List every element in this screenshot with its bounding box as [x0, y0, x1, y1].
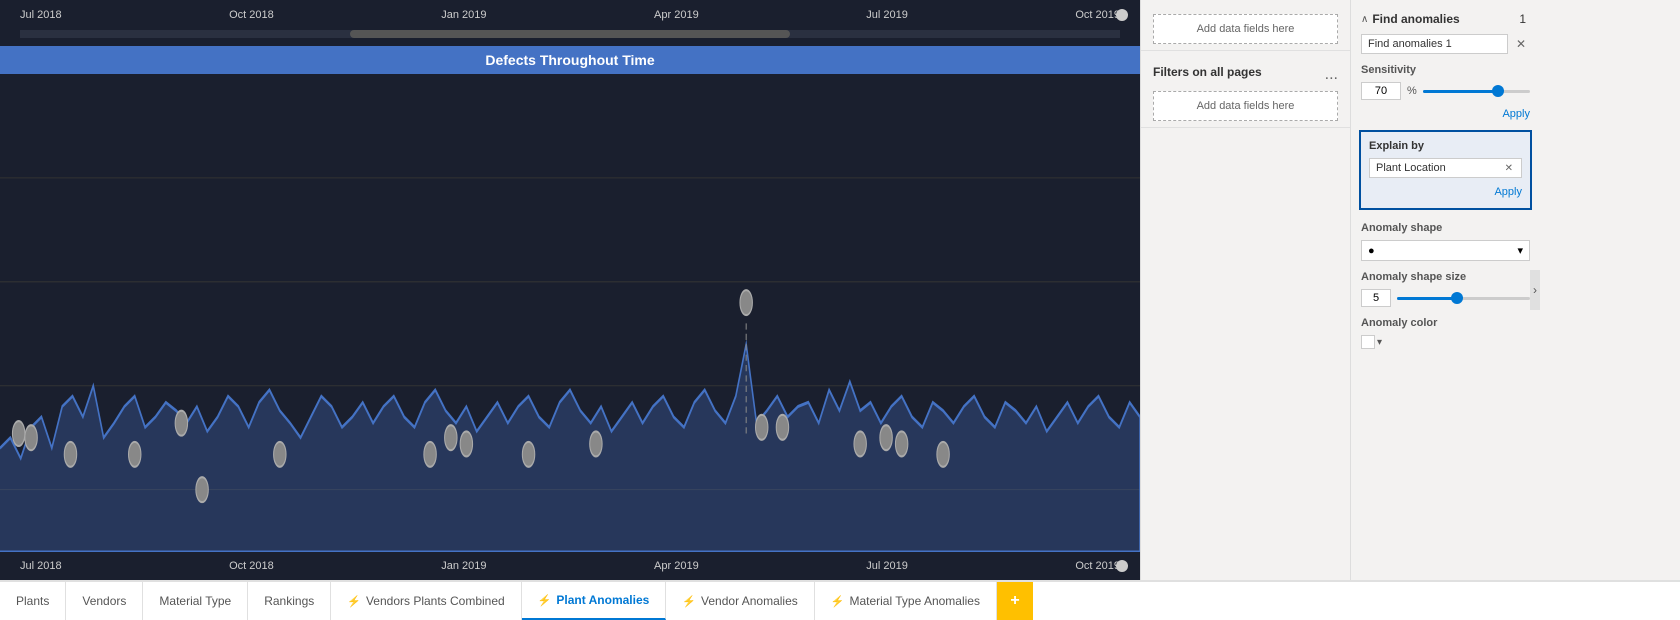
- tab-add-button[interactable]: +: [997, 582, 1033, 620]
- bottom-axis-label-6: Oct 2019: [1075, 560, 1120, 572]
- chart-bottom-axis: Jul 2018 Oct 2018 Jan 2019 Apr 2019 Jul …: [0, 552, 1140, 580]
- top-axis-label-2: Oct 2018: [229, 9, 274, 21]
- top-axis-label-5: Jul 2019: [866, 9, 908, 21]
- sensitivity-apply-button[interactable]: Apply: [1351, 104, 1540, 124]
- bottom-axis-label-3: Jan 2019: [441, 560, 486, 572]
- chevron-icon[interactable]: ∧: [1361, 14, 1368, 25]
- sensitivity-slider[interactable]: [1423, 83, 1530, 99]
- tab-vendors-plants-label: Vendors Plants Combined: [366, 594, 505, 608]
- anomaly-color-swatch-box[interactable]: ▾: [1361, 335, 1382, 349]
- tab-vendors-label: Vendors: [82, 594, 126, 608]
- anomaly-size-value[interactable]: 5: [1361, 289, 1391, 307]
- explain-by-tag-text: Plant Location: [1376, 162, 1499, 174]
- filter-dots[interactable]: ...: [1325, 66, 1338, 84]
- anomaly-size-label: Anomaly shape size: [1351, 265, 1540, 285]
- tab-vendor-anomalies[interactable]: ⚡ Vendor Anomalies: [666, 582, 814, 620]
- filters-panel: Add data fields here Filters on all page…: [1140, 0, 1350, 580]
- anomaly-size-slider[interactable]: [1397, 290, 1530, 306]
- find-anomalies-title: Find anomalies: [1368, 12, 1519, 26]
- tab-material-type-label: Material Type: [159, 594, 231, 608]
- top-axis-label-6: Oct 2019: [1075, 9, 1120, 21]
- anomaly-shape-label: Anomaly shape: [1351, 216, 1540, 236]
- bottom-axis-label-1: Jul 2018: [20, 560, 62, 572]
- filter-add-box-1[interactable]: Add data fields here: [1153, 14, 1338, 44]
- explain-by-section: Explain by Plant Location ✕ Apply: [1359, 130, 1532, 210]
- tab-material-type[interactable]: Material Type: [143, 582, 248, 620]
- explain-apply-button[interactable]: Apply: [1369, 184, 1522, 200]
- tab-plants[interactable]: Plants: [0, 582, 66, 620]
- tab-plant-anomalies[interactable]: ⚡ Plant Anomalies: [522, 582, 667, 620]
- bottom-axis-label-4: Apr 2019: [654, 560, 699, 572]
- chart-title: Defects Throughout Time: [0, 46, 1140, 74]
- anomaly-shape-dropdown-arrow: ▾: [1517, 244, 1523, 257]
- anomaly-close-button[interactable]: ✕: [1512, 35, 1530, 53]
- tab-bar: Plants Vendors Material Type Rankings ⚡ …: [0, 580, 1680, 620]
- tab-material-type-anomalies-label: Material Type Anomalies: [849, 594, 980, 608]
- tab-plants-label: Plants: [16, 594, 49, 608]
- chart-main: [0, 74, 1140, 552]
- tab-vendor-anomalies-label: Vendor Anomalies: [701, 594, 798, 608]
- top-axis-label-4: Apr 2019: [654, 9, 699, 21]
- find-anomalies-header: ∧ Find anomalies 1: [1351, 8, 1540, 30]
- anomaly-shape-row: ● ▾: [1351, 236, 1540, 265]
- anomaly-size-row: 5: [1351, 285, 1540, 311]
- scroll-dot-top[interactable]: [1116, 9, 1128, 21]
- tab-material-type-anomalies-icon: ⚡: [831, 595, 845, 608]
- explain-by-tag: Plant Location ✕: [1369, 158, 1522, 178]
- anomaly-color-row: ▾: [1351, 331, 1540, 353]
- filters-all-pages-title: Filters on all pages: [1153, 65, 1262, 79]
- expand-arrow-icon: ›: [1533, 283, 1537, 297]
- filter-section-1: Add data fields here: [1141, 8, 1350, 51]
- right-panel: ∧ Find anomalies 1 Find anomalies 1 ✕ Se…: [1350, 0, 1540, 580]
- top-axis-label-1: Jul 2018: [20, 9, 62, 21]
- bottom-axis-label-5: Jul 2019: [866, 560, 908, 572]
- anomaly-name-row: Find anomalies 1 ✕: [1351, 30, 1540, 58]
- bottom-axis-label-2: Oct 2018: [229, 560, 274, 572]
- chart-top-axis: Jul 2018 Oct 2018 Jan 2019 Apr 2019 Jul …: [0, 0, 1140, 30]
- tab-plant-anomalies-label: Plant Anomalies: [556, 593, 649, 607]
- percent-label: %: [1407, 85, 1417, 97]
- color-dropdown-arrow: ▾: [1377, 337, 1382, 348]
- anomaly-name-badge[interactable]: Find anomalies 1: [1361, 34, 1508, 54]
- chart-area: Jul 2018 Oct 2018 Jan 2019 Apr 2019 Jul …: [0, 0, 1140, 580]
- scroll-dot-bottom[interactable]: [1116, 560, 1128, 572]
- tab-vendors-plants-icon: ⚡: [347, 595, 361, 608]
- panel-expand-arrow[interactable]: ›: [1530, 270, 1540, 310]
- filter-section-2: Filters on all pages ... Add data fields…: [1141, 59, 1350, 128]
- anomaly-color-label: Anomaly color: [1351, 311, 1540, 331]
- tab-vendors-plants[interactable]: ⚡ Vendors Plants Combined: [331, 582, 521, 620]
- filter-add-box-2[interactable]: Add data fields here: [1153, 91, 1338, 121]
- anomaly-shape-select[interactable]: ● ▾: [1361, 240, 1530, 261]
- explain-by-close-button[interactable]: ✕: [1503, 163, 1515, 174]
- find-anomalies-count: 1: [1519, 12, 1530, 26]
- tab-rankings[interactable]: Rankings: [248, 582, 331, 620]
- top-axis-label-3: Jan 2019: [441, 9, 486, 21]
- sensitivity-label: Sensitivity: [1351, 58, 1540, 78]
- tab-vendor-anomalies-icon: ⚡: [682, 595, 696, 608]
- anomaly-color-swatch: [1361, 335, 1375, 349]
- explain-by-label: Explain by: [1369, 140, 1522, 152]
- chart-scroll-bar-top[interactable]: [20, 30, 1120, 38]
- tab-rankings-label: Rankings: [264, 594, 314, 608]
- tab-material-type-anomalies[interactable]: ⚡ Material Type Anomalies: [815, 582, 997, 620]
- tab-plant-anomalies-icon: ⚡: [538, 594, 552, 607]
- sensitivity-value[interactable]: 70: [1361, 82, 1401, 100]
- anomaly-shape-value: ●: [1368, 245, 1375, 257]
- tab-vendors[interactable]: Vendors: [66, 582, 143, 620]
- sensitivity-row: 70 %: [1351, 78, 1540, 104]
